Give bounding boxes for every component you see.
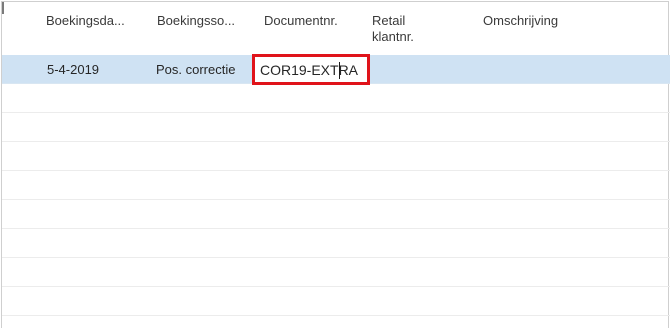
column-header-documentnr[interactable]: Documentnr. <box>264 13 338 29</box>
cell-boekingsdatum[interactable]: 5-4-2019 <box>47 55 99 84</box>
column-header-boekingsdatum[interactable]: Boekingsda... <box>46 13 125 29</box>
table-row-selected[interactable]: 5-4-2019 Pos. correctie <box>2 54 670 85</box>
column-header-omschrijving[interactable]: Omschrijving <box>483 13 558 29</box>
column-header-boekingssoort[interactable]: Boekingsso... <box>157 13 235 29</box>
table-row-empty[interactable] <box>2 200 670 229</box>
table-row-empty[interactable] <box>2 171 670 200</box>
cell-boekingssoort[interactable]: Pos. correctie <box>156 55 235 84</box>
table-row-empty[interactable] <box>2 84 670 113</box>
table-row-empty[interactable] <box>2 229 670 258</box>
table-row-empty[interactable] <box>2 258 670 287</box>
text-caret <box>339 62 340 79</box>
column-header-retail-klantnr[interactable]: Retail klantnr. <box>372 13 436 45</box>
documentnr-edit-box[interactable] <box>252 54 370 85</box>
table-row-empty[interactable] <box>2 113 670 142</box>
documentnr-input[interactable] <box>260 60 364 80</box>
grid-header: Boekingsda... Boekingsso... Documentnr. … <box>2 2 670 54</box>
grid-container: Boekingsda... Boekingsso... Documentnr. … <box>1 1 670 328</box>
table-row-empty[interactable] <box>2 287 670 316</box>
table-row-empty[interactable] <box>2 142 670 171</box>
grid-body: 5-4-2019 Pos. correctie <box>2 54 670 316</box>
